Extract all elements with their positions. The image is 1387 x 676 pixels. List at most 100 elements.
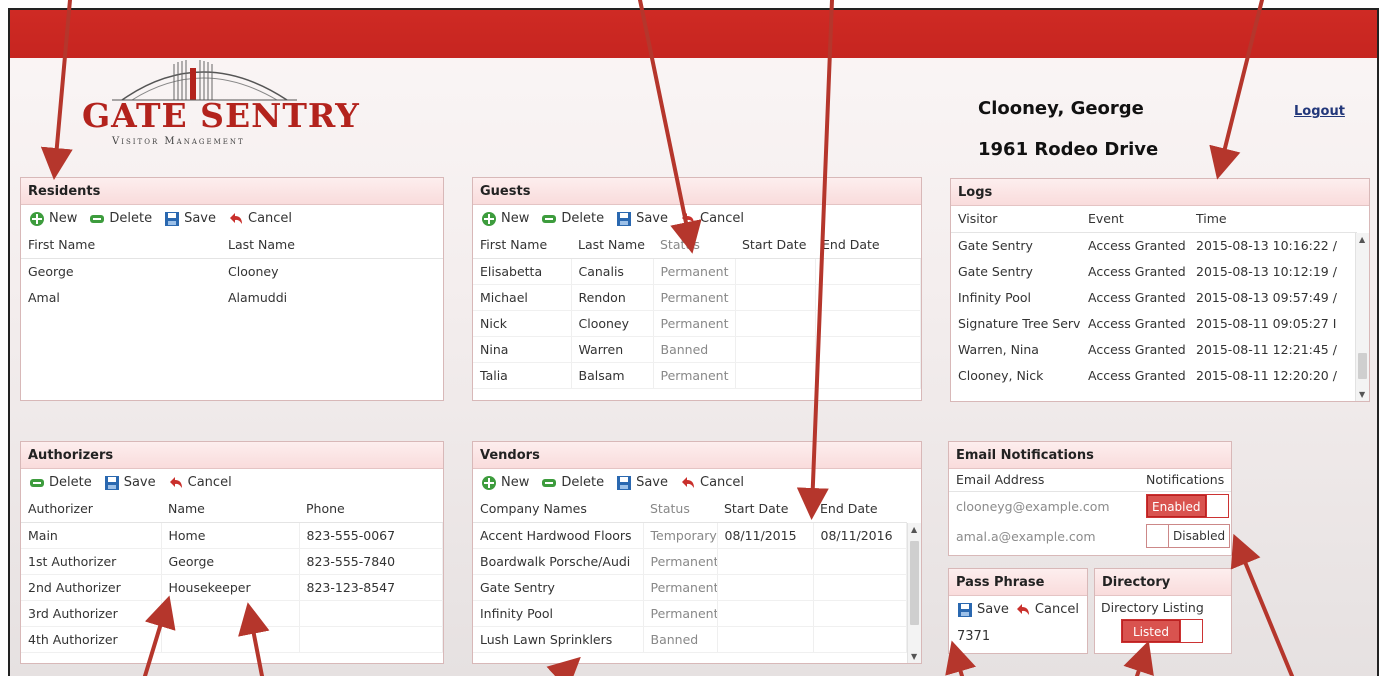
table-row[interactable]: 4th Authorizer xyxy=(21,626,443,653)
table-row[interactable]: Accent Hardwood Floors Temporary 08/11/201… xyxy=(473,522,907,549)
directory-toggle[interactable]: Listed xyxy=(1121,619,1203,643)
table-row[interactable]: 1st Authorizer George 823-555-7840 xyxy=(21,548,443,575)
guests-delete-button[interactable]: Delete xyxy=(541,211,604,227)
cell: Talia xyxy=(473,362,572,389)
column-header[interactable]: Start Date xyxy=(735,232,815,259)
table-row[interactable]: 2nd Authorizer Housekeeper 823-123-8547 xyxy=(21,574,443,601)
table-row[interactable]: Elisabetta Canalis Permanent xyxy=(473,258,921,285)
delete-icon xyxy=(542,478,557,487)
vendors-save-button[interactable]: Save xyxy=(616,475,668,491)
table-row[interactable]: Nick Clooney Permanent xyxy=(473,310,921,337)
guests-new-button[interactable]: New xyxy=(481,211,529,227)
email-notifications-panel: Email Notifications Email Address Notifi… xyxy=(948,441,1232,556)
vendors-table: Company Names Status Start Date End Date… xyxy=(473,496,907,653)
authorizers-toolbar: Delete Save Cancel xyxy=(21,469,443,496)
vendors-panel: Vendors New Delete Save Cancel Company N… xyxy=(472,441,922,664)
column-header[interactable]: Company Names xyxy=(473,496,643,523)
cell: Elisabetta xyxy=(473,258,572,285)
table-row[interactable]: Gate Sentry Permanent xyxy=(473,574,907,601)
notification-toggle[interactable]: Enabled xyxy=(1146,494,1229,519)
column-header[interactable]: End Date xyxy=(815,232,921,259)
logs-scrollbar[interactable]: ▲ ▼ xyxy=(1355,233,1369,401)
column-header[interactable]: Last Name xyxy=(221,232,443,259)
table-row[interactable]: Amal Alamuddi xyxy=(21,284,443,310)
user-name: Clooney, George xyxy=(978,98,1144,119)
table-row[interactable]: 3rd Authorizer xyxy=(21,600,443,627)
pass-phrase-cancel-button[interactable]: Cancel xyxy=(1015,602,1079,618)
notification-toggle[interactable]: Disabled xyxy=(1146,524,1231,548)
residents-delete-button[interactable]: Delete xyxy=(89,211,152,227)
cell: 823-555-0067 xyxy=(299,522,443,549)
cell: Access Granted xyxy=(1088,315,1186,331)
column-header[interactable]: Time xyxy=(1189,206,1357,233)
residents-new-button[interactable]: New xyxy=(29,211,77,227)
table-row[interactable]: Signature Tree Serv Access Granted 2015-08… xyxy=(951,310,1357,336)
cell: 823-123-8547 xyxy=(299,574,443,601)
residents-save-button[interactable]: Save xyxy=(164,211,216,227)
cell xyxy=(717,626,814,653)
scroll-thumb[interactable] xyxy=(1358,353,1367,379)
cell xyxy=(815,336,921,363)
column-header[interactable]: Name xyxy=(161,496,299,523)
cell xyxy=(717,600,814,627)
table-row[interactable]: Nina Warren Banned xyxy=(473,336,921,363)
column-header[interactable]: Authorizer xyxy=(21,496,161,523)
column-header[interactable]: Status xyxy=(643,496,717,523)
guests-save-button[interactable]: Save xyxy=(616,211,668,227)
email-notifications-title: Email Notifications xyxy=(949,442,1231,469)
logo-title: GATE SENTRY xyxy=(82,96,360,135)
pass-phrase-field[interactable]: 7371 xyxy=(949,623,1087,650)
table-row[interactable]: Michael Rendon Permanent xyxy=(473,284,921,311)
cell: Home xyxy=(161,522,300,549)
column-header[interactable]: First Name xyxy=(21,232,221,259)
pass-phrase-save-button[interactable]: Save xyxy=(957,602,1009,618)
table-row[interactable]: Talia Balsam Permanent xyxy=(473,362,921,389)
scroll-up-icon[interactable]: ▲ xyxy=(1359,235,1365,244)
table-row[interactable]: Gate Sentry Access Granted 2015-08-13 10:1… xyxy=(951,232,1357,258)
column-header[interactable]: Last Name xyxy=(571,232,653,259)
authorizers-table: Authorizer Name Phone Main Home 823-555-00… xyxy=(21,496,443,653)
vendors-scrollbar[interactable]: ▲ ▼ xyxy=(907,523,921,663)
authorizers-save-button[interactable]: Save xyxy=(104,475,156,491)
undo-icon xyxy=(682,212,694,224)
scroll-up-icon[interactable]: ▲ xyxy=(911,525,917,534)
table-row[interactable]: Boardwalk Porsche/Audi Permanent xyxy=(473,548,907,575)
table-row[interactable]: Infinity Pool Access Granted 2015-08-13 09… xyxy=(951,284,1357,310)
table-row[interactable]: Clooney, Nick Access Granted 2015-08-11 12… xyxy=(951,362,1357,388)
logs-title: Logs xyxy=(951,179,1369,206)
cell: Banned xyxy=(653,336,736,363)
cell: Nick xyxy=(473,310,572,337)
column-header[interactable]: Event xyxy=(1081,206,1189,233)
column-header[interactable]: Visitor xyxy=(951,206,1081,233)
scroll-thumb[interactable] xyxy=(910,541,919,625)
authorizers-cancel-button[interactable]: Cancel xyxy=(168,475,232,491)
guests-cancel-button[interactable]: Cancel xyxy=(680,211,744,227)
column-header[interactable]: End Date xyxy=(813,496,907,523)
residents-cancel-button[interactable]: Cancel xyxy=(228,211,292,227)
scroll-down-icon[interactable]: ▼ xyxy=(1359,390,1365,399)
column-header[interactable]: First Name xyxy=(473,232,571,259)
directory-panel: Directory Directory Listing Listed xyxy=(1094,568,1232,654)
cell: 2015-08-11 12:21:45 / xyxy=(1196,341,1337,357)
vendors-delete-button[interactable]: Delete xyxy=(541,475,604,491)
table-row[interactable]: Infinity Pool Permanent xyxy=(473,600,907,627)
table-row[interactable]: Main Home 823-555-0067 xyxy=(21,522,443,549)
scroll-down-icon[interactable]: ▼ xyxy=(911,652,917,661)
cell xyxy=(815,258,921,285)
column-header[interactable]: Phone xyxy=(299,496,443,523)
vendors-cancel-button[interactable]: Cancel xyxy=(680,475,744,491)
table-row[interactable]: Warren, Nina Access Granted 2015-08-11 12:… xyxy=(951,336,1357,362)
table-row[interactable]: George Clooney xyxy=(21,258,443,284)
save-icon xyxy=(958,602,972,617)
cell: Clooney xyxy=(571,310,654,337)
authorizers-delete-button[interactable]: Delete xyxy=(29,475,92,491)
column-header[interactable]: Status xyxy=(653,232,735,259)
cell: Clooney xyxy=(228,263,279,279)
table-row[interactable]: Gate Sentry Access Granted 2015-08-13 10:1… xyxy=(951,258,1357,284)
table-row[interactable]: Lush Lawn Sprinklers Banned xyxy=(473,626,907,653)
vendors-new-button[interactable]: New xyxy=(481,475,529,491)
logout-link[interactable]: Logout xyxy=(1294,104,1345,119)
cell: George xyxy=(28,263,74,279)
column-header[interactable]: Start Date xyxy=(717,496,813,523)
cell: Permanent xyxy=(643,600,718,627)
